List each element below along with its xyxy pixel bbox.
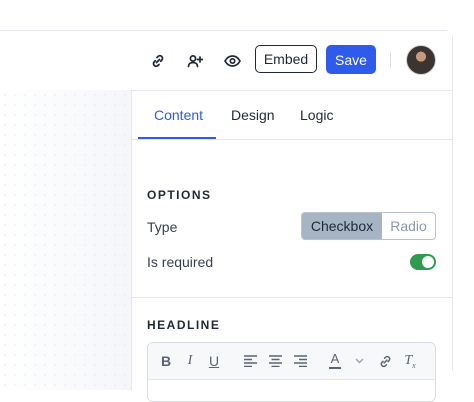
type-label: Type <box>147 219 178 235</box>
headline-heading: HEADLINE <box>147 318 221 332</box>
section-divider <box>132 297 452 298</box>
add-user-icon[interactable] <box>184 50 206 72</box>
panel-tabs: Content Design Logic <box>132 90 452 140</box>
italic-icon[interactable]: I <box>181 352 199 370</box>
app-window: Embed Save Content Design Logic OPTIONS … <box>0 30 453 402</box>
canvas-dot-grid <box>0 90 131 390</box>
tab-content[interactable]: Content <box>154 107 203 123</box>
tab-design[interactable]: Design <box>231 107 275 123</box>
required-label: Is required <box>147 254 214 270</box>
tab-logic[interactable]: Logic <box>300 107 333 123</box>
active-tab-indicator <box>138 137 216 139</box>
embed-button[interactable]: Embed <box>255 45 317 73</box>
top-bar: Embed Save <box>0 31 452 89</box>
user-avatar[interactable] <box>406 45 436 75</box>
form-canvas <box>0 90 132 390</box>
type-option-radio[interactable]: Radio <box>382 213 435 239</box>
underline-icon[interactable]: U <box>205 352 223 370</box>
align-center-icon[interactable] <box>266 352 284 370</box>
properties-panel: Content Design Logic OPTIONS Type Checkb… <box>132 90 452 402</box>
link-icon[interactable] <box>147 50 169 72</box>
link-icon[interactable] <box>376 352 394 370</box>
text-color-icon[interactable]: A <box>326 352 344 370</box>
toggle-knob <box>422 256 434 268</box>
required-toggle[interactable] <box>410 254 436 270</box>
eye-icon[interactable] <box>221 50 243 72</box>
chevron-down-icon[interactable] <box>350 352 368 370</box>
type-option-checkbox[interactable]: Checkbox <box>302 213 382 239</box>
toolbar-divider <box>390 52 391 68</box>
clear-format-icon[interactable]: Tx <box>401 352 419 370</box>
headline-editor[interactable]: B I U A T x <box>147 342 436 402</box>
rich-text-toolbar: B I U A T x <box>148 343 435 380</box>
align-right-icon[interactable] <box>291 352 309 370</box>
save-button[interactable]: Save <box>326 45 376 74</box>
options-heading: OPTIONS <box>147 188 212 202</box>
bold-icon[interactable]: B <box>157 352 175 370</box>
type-segmented-control: Checkbox Radio <box>301 212 436 240</box>
align-left-icon[interactable] <box>241 352 259 370</box>
